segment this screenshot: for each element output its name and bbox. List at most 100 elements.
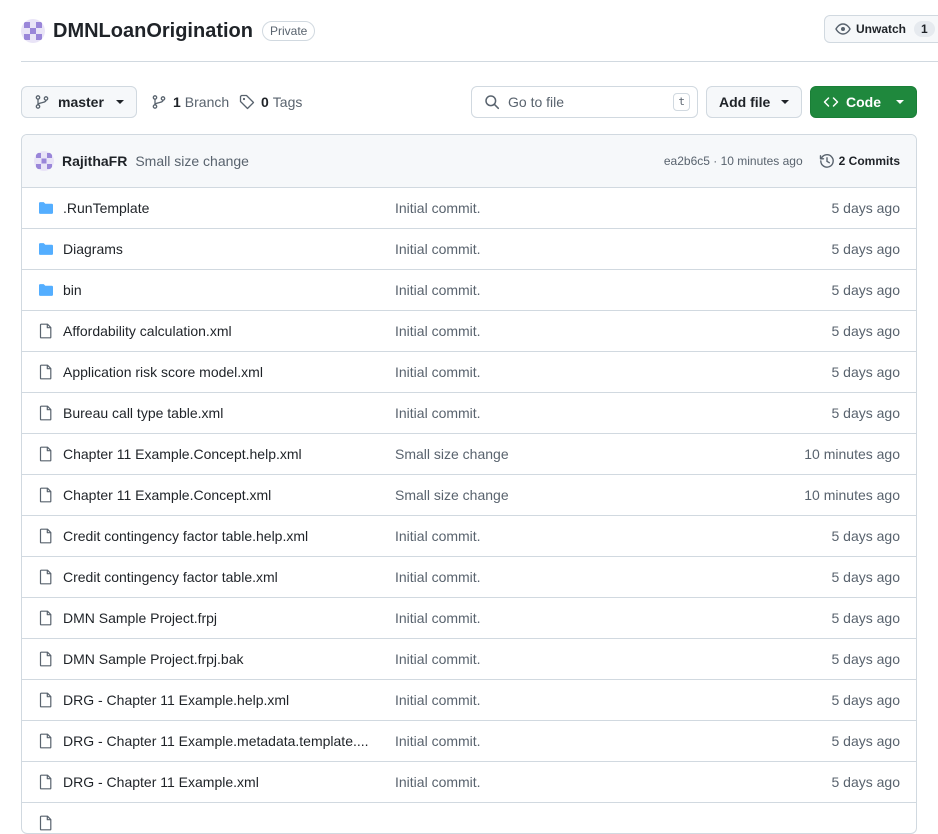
- file-commit-date: 5 days ago: [831, 405, 901, 421]
- latest-commit-bar: RajithaFR Small size change ea2b6c5 · 10…: [22, 135, 916, 188]
- repo-name-link[interactable]: DMNLoanOrigination: [53, 20, 253, 43]
- file-commit-message[interactable]: Small size change: [395, 487, 509, 503]
- branch-icon: [35, 95, 49, 109]
- file-name-link[interactable]: DMN Sample Project.frpj: [63, 610, 217, 626]
- file-icon: [38, 815, 54, 831]
- keyboard-shortcut-hint: t: [673, 93, 690, 111]
- file-name-link[interactable]: Chapter 11 Example.Concept.xml: [63, 487, 271, 503]
- file-row[interactable]: .RunTemplate Initial commit. 5 days ago: [22, 188, 916, 229]
- file-row[interactable]: Application risk score model.xml Initial…: [22, 352, 916, 393]
- file-commit-message[interactable]: Initial commit.: [395, 200, 481, 216]
- file-commit-message[interactable]: Initial commit.: [395, 651, 481, 667]
- search-icon: [485, 95, 500, 110]
- file-commit-message[interactable]: Initial commit.: [395, 774, 481, 790]
- add-file-label: Add file: [719, 94, 771, 110]
- file-commit-message[interactable]: Initial commit.: [395, 282, 481, 298]
- tags-link[interactable]: 0 Tags: [239, 86, 302, 118]
- unwatch-label: Unwatch: [856, 22, 907, 36]
- file-name-link[interactable]: bin: [63, 282, 82, 298]
- commit-sha-time[interactable]: ea2b6c5 · 10 minutes ago: [664, 154, 803, 168]
- file-row[interactable]: bin Initial commit. 5 days ago: [22, 270, 916, 311]
- file-commit-message[interactable]: Small size change: [395, 446, 509, 462]
- file-commit-message[interactable]: Initial commit.: [395, 610, 481, 626]
- file-commit-date: 5 days ago: [831, 528, 901, 544]
- code-label: Code: [846, 94, 881, 110]
- code-button[interactable]: Code: [810, 86, 917, 118]
- file-name-link[interactable]: Diagrams: [63, 241, 123, 257]
- file-commit-date: 10 minutes ago: [804, 446, 900, 462]
- visibility-badge: Private: [261, 21, 316, 41]
- file-commit-message[interactable]: Initial commit.: [395, 692, 481, 708]
- file-name-link[interactable]: DRG - Chapter 11 Example.help.xml: [63, 692, 289, 708]
- file-name-link[interactable]: Credit contingency factor table.xml: [63, 569, 278, 585]
- eye-icon: [835, 23, 851, 35]
- tags-label: Tags: [272, 94, 303, 110]
- tags-count: 0: [261, 94, 269, 110]
- file-commit-date: 5 days ago: [831, 200, 901, 216]
- file-icon: [38, 364, 54, 380]
- file-commit-date: 5 days ago: [831, 569, 901, 585]
- author-avatar-icon[interactable]: [34, 151, 54, 171]
- file-row[interactable]: Credit contingency factor table.xml Init…: [22, 557, 916, 598]
- file-row[interactable]: Affordability calculation.xml Initial co…: [22, 311, 916, 352]
- file-name-link[interactable]: Credit contingency factor table.help.xml: [63, 528, 308, 544]
- watchers-count: 1: [914, 21, 935, 37]
- file-commit-message[interactable]: Initial commit.: [395, 364, 481, 380]
- file-commit-message[interactable]: Initial commit.: [395, 241, 481, 257]
- file-name-link[interactable]: Application risk score model.xml: [63, 364, 263, 380]
- file-commit-date: 5 days ago: [831, 241, 901, 257]
- file-name-link[interactable]: Chapter 11 Example.Concept.help.xml: [63, 446, 302, 462]
- commit-message-link[interactable]: Small size change: [135, 153, 249, 169]
- commits-history-link[interactable]: 2 Commits: [819, 153, 900, 169]
- header-divider: [21, 61, 938, 62]
- file-icon: [38, 610, 54, 626]
- chevron-down-icon: [781, 100, 789, 104]
- chevron-down-icon: [896, 100, 904, 104]
- search-placeholder: Go to file: [508, 94, 565, 110]
- repo-avatar-icon[interactable]: [21, 19, 45, 43]
- file-row[interactable]: DRG - Chapter 11 Example.metadata.templa…: [22, 721, 916, 762]
- file-name-link[interactable]: DMN Sample Project.frpj.bak: [63, 651, 244, 667]
- tag-icon: [239, 94, 255, 110]
- file-icon: [38, 405, 54, 421]
- file-row[interactable]: Chapter 11 Example.Concept.xml Small siz…: [22, 475, 916, 516]
- branches-label: Branch: [184, 94, 230, 110]
- file-icon: [38, 487, 54, 503]
- file-rows: .RunTemplate Initial commit. 5 days ago …: [22, 188, 916, 833]
- file-row[interactable]: DMN Sample Project.frpj Initial commit. …: [22, 598, 916, 639]
- file-name-link[interactable]: DRG - Chapter 11 Example.metadata.templa…: [63, 733, 369, 749]
- file-row[interactable]: [22, 803, 916, 833]
- commit-author-link[interactable]: RajithaFR: [62, 153, 127, 169]
- go-to-file-input[interactable]: Go to file t: [471, 86, 698, 118]
- file-row[interactable]: Chapter 11 Example.Concept.help.xml Smal…: [22, 434, 916, 475]
- file-commit-message[interactable]: Initial commit.: [395, 528, 481, 544]
- branches-link[interactable]: 1 Branch: [151, 86, 229, 118]
- folder-icon: [38, 282, 54, 298]
- add-file-button[interactable]: Add file: [706, 86, 802, 118]
- folder-icon: [38, 200, 54, 216]
- file-commit-message[interactable]: Initial commit.: [395, 569, 481, 585]
- file-name-link[interactable]: Affordability calculation.xml: [63, 323, 232, 339]
- file-icon: [38, 323, 54, 339]
- file-row[interactable]: DMN Sample Project.frpj.bak Initial comm…: [22, 639, 916, 680]
- file-row[interactable]: Credit contingency factor table.help.xml…: [22, 516, 916, 557]
- file-commit-date: 5 days ago: [831, 692, 901, 708]
- file-name-link[interactable]: .RunTemplate: [63, 200, 149, 216]
- file-row[interactable]: DRG - Chapter 11 Example.help.xml Initia…: [22, 680, 916, 721]
- repo-header: DMNLoanOrigination Private: [21, 16, 316, 46]
- file-row[interactable]: Diagrams Initial commit. 5 days ago: [22, 229, 916, 270]
- file-commit-message[interactable]: Initial commit.: [395, 733, 481, 749]
- file-icon: [38, 692, 54, 708]
- file-commit-date: 5 days ago: [831, 364, 901, 380]
- folder-icon: [38, 241, 54, 257]
- file-commit-message[interactable]: Initial commit.: [395, 323, 481, 339]
- branch-selector-button[interactable]: master: [21, 86, 137, 118]
- file-commit-message[interactable]: Initial commit.: [395, 405, 481, 421]
- branch-icon: [152, 95, 166, 109]
- chevron-down-icon: [116, 100, 124, 104]
- file-name-link[interactable]: DRG - Chapter 11 Example.xml: [63, 774, 259, 790]
- file-row[interactable]: DRG - Chapter 11 Example.xml Initial com…: [22, 762, 916, 803]
- unwatch-button[interactable]: Unwatch 1: [824, 15, 938, 43]
- file-name-link[interactable]: Bureau call type table.xml: [63, 405, 223, 421]
- file-row[interactable]: Bureau call type table.xml Initial commi…: [22, 393, 916, 434]
